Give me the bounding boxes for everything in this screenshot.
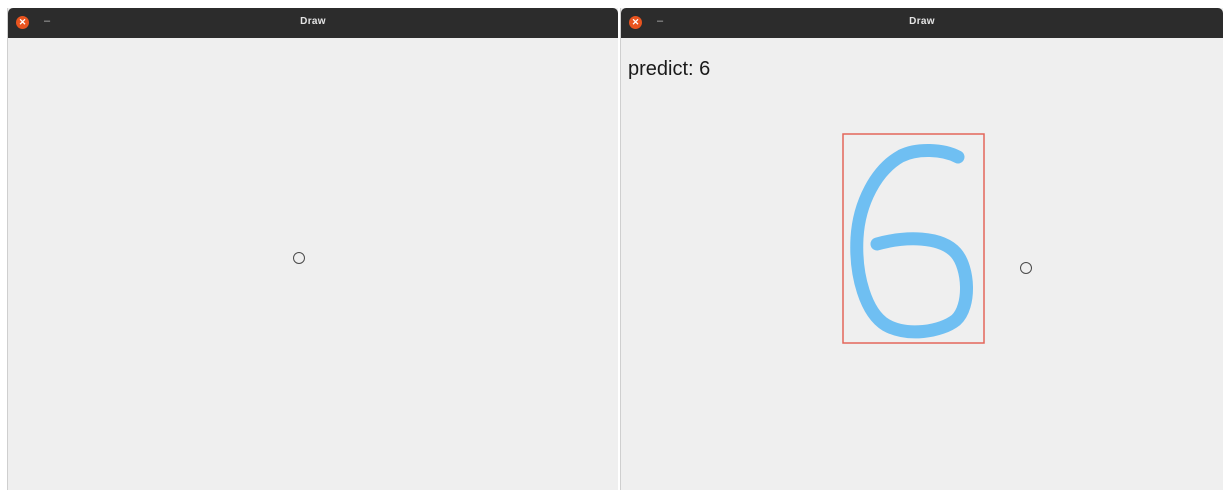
window-title: Draw [909, 16, 935, 27]
window-title: Draw [300, 16, 326, 27]
cursor-circle-icon [1020, 262, 1032, 274]
titlebar: ✕ – Draw [621, 8, 1223, 38]
screen: ✕ – Draw ✕ – Draw predict: 6 [0, 0, 1223, 490]
titlebar: ✕ – Draw [8, 8, 618, 38]
digit-stroke [850, 144, 973, 339]
cursor-circle-icon [293, 252, 305, 264]
digit-drawing [842, 133, 985, 344]
draw-window-empty: ✕ – Draw [7, 8, 618, 490]
draw-window-prediction: ✕ – Draw predict: 6 [620, 8, 1223, 490]
drawing-canvas[interactable] [8, 38, 618, 490]
drawing-canvas[interactable]: predict: 6 [621, 38, 1223, 490]
